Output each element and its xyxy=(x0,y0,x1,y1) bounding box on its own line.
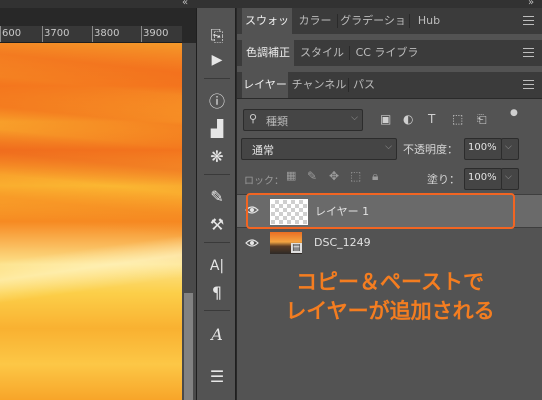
chevron-down-icon: ⌵ xyxy=(351,113,358,123)
highlight-box xyxy=(246,193,515,229)
filter-pixel-icon[interactable]: ▣ xyxy=(380,112,391,126)
tab-channels[interactable]: チャンネル xyxy=(291,72,347,98)
layer-name[interactable]: DSC_1249 xyxy=(314,236,371,249)
opacity-label: 不透明度： xyxy=(403,143,458,156)
panel-menu-icon[interactable] xyxy=(523,80,534,90)
panel-menu-icon[interactable] xyxy=(523,48,534,58)
scrollbar-thumb[interactable] xyxy=(184,293,193,400)
navigator-icon[interactable]: ❋ xyxy=(197,144,237,168)
panel-icon-strip: ⎘ ▶ ⓘ ▟ ❋ ✎ ⚒ A| ¶ A ☰ xyxy=(196,8,236,400)
annotation-line: レイヤーが追加される xyxy=(285,299,495,323)
lock-all-icon[interactable]: 🔒︎ xyxy=(372,169,378,184)
smart-object-badge-icon: ▤ xyxy=(291,243,302,253)
history-icon[interactable]: ⎘ xyxy=(197,24,237,48)
chevron-down-icon: ⌵ xyxy=(505,172,512,182)
chevron-down-icon: ⌵ xyxy=(505,142,512,152)
tool-presets-icon[interactable]: ⚒ xyxy=(197,212,237,236)
lock-label: ロック： xyxy=(244,176,284,187)
blend-mode-value: 通常 xyxy=(252,144,274,157)
ruler-label: 3700 xyxy=(44,28,70,39)
collapse-chevron-icon[interactable]: « xyxy=(182,0,188,8)
opacity-value: 100% xyxy=(468,142,497,153)
visibility-eye-icon[interactable] xyxy=(245,238,259,248)
fill-label: 塗り： xyxy=(427,173,460,186)
opacity-input[interactable]: 100% xyxy=(464,138,502,160)
filter-type-icon[interactable]: T xyxy=(428,112,435,126)
annotation-line: コピー＆ペーストで xyxy=(296,270,484,294)
tab-cc-libraries[interactable]: CC ライブラリ xyxy=(351,40,423,85)
filter-shape-icon[interactable]: ⬚ xyxy=(452,112,463,126)
filter-adjustment-icon[interactable]: ◐ xyxy=(403,112,413,126)
panel-menu-icon[interactable] xyxy=(523,16,534,26)
glyphs-icon[interactable]: A xyxy=(197,322,237,346)
horizontal-ruler: 600 3700 3800 3900 xyxy=(0,26,182,43)
fill-input[interactable]: 100% xyxy=(464,168,502,190)
collapse-panels-icon[interactable]: » xyxy=(528,0,534,8)
layers-tabbar: レイヤー チャンネル パス xyxy=(237,72,542,99)
opacity-dropdown-button[interactable]: ⌵ xyxy=(501,138,519,160)
histogram-icon[interactable]: ▟ xyxy=(197,116,237,140)
top-strip: « » xyxy=(0,0,542,8)
lock-image-icon[interactable]: ✎ xyxy=(307,169,317,183)
fill-value: 100% xyxy=(468,172,497,183)
tab-hub[interactable]: Hub xyxy=(411,8,447,34)
character-icon[interactable]: A| xyxy=(197,254,237,278)
ruler-label: 3800 xyxy=(94,28,120,39)
info-icon[interactable]: ⓘ xyxy=(197,88,237,112)
annotation-callout: コピー＆ペーストで レイヤーが追加される xyxy=(240,268,540,326)
blend-mode-dropdown[interactable]: 通常 ⌵ xyxy=(241,138,397,160)
ruler-label: 3900 xyxy=(143,28,169,39)
tab-styles[interactable]: スタイル xyxy=(297,40,347,66)
ruler-label: 600 xyxy=(2,28,22,39)
canvas-sunset-image[interactable] xyxy=(0,43,182,400)
actions-play-icon[interactable]: ▶ xyxy=(197,48,237,72)
adjustments-tabbar: 色調補正 スタイル CC ライブラリ xyxy=(237,40,542,85)
fill-dropdown-button[interactable]: ⌵ xyxy=(501,168,519,190)
adjustments-sliders-icon[interactable]: ☰ xyxy=(197,364,237,388)
filter-smart-object-icon[interactable]: ⎗ xyxy=(477,112,487,127)
lock-transparent-icon[interactable]: ▦ xyxy=(286,169,296,182)
tab-color[interactable]: カラー xyxy=(294,8,336,34)
brush-settings-icon[interactable]: ✎ xyxy=(197,184,237,208)
layer-row-dsc1249[interactable]: ▤ DSC_1249 xyxy=(237,227,542,260)
tab-layers[interactable]: レイヤー xyxy=(242,72,288,98)
tab-paths[interactable]: パス xyxy=(350,72,378,98)
search-icon: ⚲ xyxy=(249,112,258,125)
swatches-tabbar: スウォッチ カラー グラデーション Hub xyxy=(237,8,542,53)
filter-kind-label: 種類 xyxy=(266,115,288,128)
tab-adjustments[interactable]: 色調補正 xyxy=(242,40,294,66)
lock-artboard-icon[interactable]: ⬚ xyxy=(350,169,361,183)
filter-toggle-icon[interactable]: ● xyxy=(510,108,518,118)
layer-filter-dropdown[interactable]: ⚲ 種類 ⌵ xyxy=(243,109,363,131)
tab-gradients[interactable]: グラデーション xyxy=(339,8,407,53)
chevron-down-icon: ⌵ xyxy=(385,142,392,152)
lock-position-icon[interactable]: ✥ xyxy=(329,169,339,183)
paragraph-icon[interactable]: ¶ xyxy=(197,280,237,304)
tab-swatches[interactable]: スウォッチ xyxy=(242,8,292,53)
